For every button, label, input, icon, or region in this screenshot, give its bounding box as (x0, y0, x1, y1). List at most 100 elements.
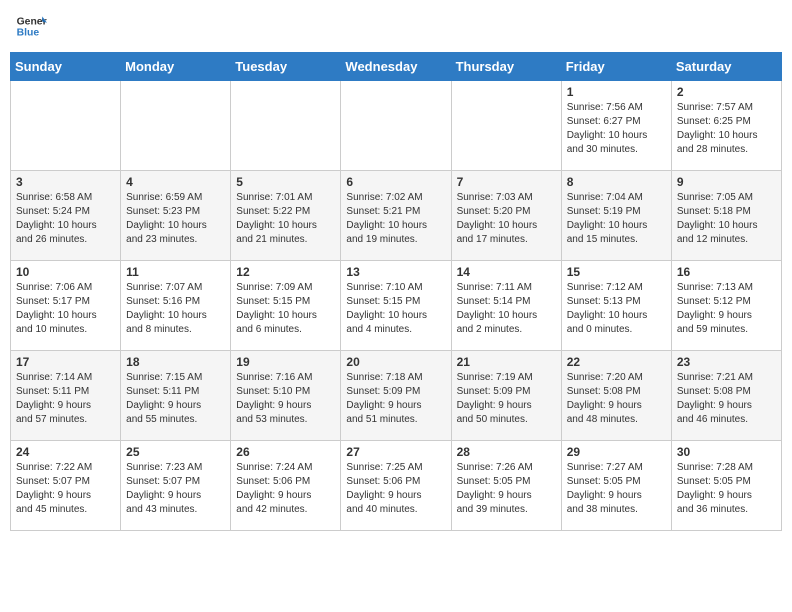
day-number: 5 (236, 175, 335, 189)
calendar-cell: 14 Sunrise: 7:11 AM Sunset: 5:14 PM Dayli… (451, 261, 561, 351)
day-number: 2 (677, 85, 776, 99)
calendar-cell: 8 Sunrise: 7:04 AM Sunset: 5:19 PM Daylig… (561, 171, 671, 261)
day-info: Sunrise: 7:09 AM Sunset: 5:15 PM Dayligh… (236, 281, 335, 337)
day-number: 9 (677, 175, 776, 189)
calendar-week-row: 1Sunrise: 7:56 AM Sunset: 6:27 PM Daylig… (11, 81, 782, 171)
calendar-cell: 5 Sunrise: 7:01 AM Sunset: 5:22 PM Daylig… (231, 171, 341, 261)
day-info: Sunrise: 7:57 AM Sunset: 6:25 PM Dayligh… (677, 101, 776, 157)
day-number: 23 (677, 355, 776, 369)
day-number: 6 (346, 175, 445, 189)
day-info: Sunrise: 7:24 AM Sunset: 5:06 PM Dayligh… (236, 461, 335, 517)
calendar-cell: 16Sunrise: 7:13 AM Sunset: 5:12 PM Dayli… (671, 261, 781, 351)
day-number: 1 (567, 85, 666, 99)
calendar-cell (451, 81, 561, 171)
calendar-cell (231, 81, 341, 171)
day-info: Sunrise: 7:14 AM Sunset: 5:11 PM Dayligh… (16, 371, 115, 427)
day-info: Sunrise: 7:21 AM Sunset: 5:08 PM Dayligh… (677, 371, 776, 427)
day-info: Sunrise: 7:03 AM Sunset: 5:20 PM Dayligh… (457, 191, 556, 247)
calendar-cell: 11 Sunrise: 7:07 AM Sunset: 5:16 PM Dayli… (121, 261, 231, 351)
calendar-cell: 28Sunrise: 7:26 AM Sunset: 5:05 PM Dayli… (451, 441, 561, 531)
day-number: 8 (567, 175, 666, 189)
day-number: 11 (126, 265, 225, 279)
day-number: 22 (567, 355, 666, 369)
calendar-cell: 29 Sunrise: 7:27 AM Sunset: 5:05 PM Dayli… (561, 441, 671, 531)
calendar-cell (341, 81, 451, 171)
day-number: 29 (567, 445, 666, 459)
day-info: Sunrise: 7:06 AM Sunset: 5:17 PM Dayligh… (16, 281, 115, 337)
weekday-header: Monday (121, 53, 231, 81)
day-info: Sunrise: 7:23 AM Sunset: 5:07 PM Dayligh… (126, 461, 225, 517)
day-number: 19 (236, 355, 335, 369)
day-info: Sunrise: 7:16 AM Sunset: 5:10 PM Dayligh… (236, 371, 335, 427)
day-number: 25 (126, 445, 225, 459)
day-info: Sunrise: 7:18 AM Sunset: 5:09 PM Dayligh… (346, 371, 445, 427)
day-number: 3 (16, 175, 115, 189)
day-info: Sunrise: 7:12 AM Sunset: 5:13 PM Dayligh… (567, 281, 666, 337)
page-header: General Blue (10, 10, 782, 42)
day-info: Sunrise: 6:58 AM Sunset: 5:24 PM Dayligh… (16, 191, 115, 247)
calendar-cell: 4 Sunrise: 6:59 AM Sunset: 5:23 PM Daylig… (121, 171, 231, 261)
calendar-cell (11, 81, 121, 171)
calendar-cell: 20Sunrise: 7:18 AM Sunset: 5:09 PM Dayli… (341, 351, 451, 441)
calendar-week-row: 17Sunrise: 7:14 AM Sunset: 5:11 PM Dayli… (11, 351, 782, 441)
day-info: Sunrise: 7:05 AM Sunset: 5:18 PM Dayligh… (677, 191, 776, 247)
calendar-cell: 26 Sunrise: 7:24 AM Sunset: 5:06 PM Dayli… (231, 441, 341, 531)
calendar-table: SundayMondayTuesdayWednesdayThursdayFrid… (10, 52, 782, 531)
day-info: Sunrise: 7:10 AM Sunset: 5:15 PM Dayligh… (346, 281, 445, 337)
logo: General Blue (15, 10, 47, 42)
calendar-week-row: 3 Sunrise: 6:58 AM Sunset: 5:24 PM Daylig… (11, 171, 782, 261)
day-info: Sunrise: 7:02 AM Sunset: 5:21 PM Dayligh… (346, 191, 445, 247)
day-number: 18 (126, 355, 225, 369)
calendar-cell: 2 Sunrise: 7:57 AM Sunset: 6:25 PM Daylig… (671, 81, 781, 171)
calendar-cell (121, 81, 231, 171)
weekday-header: Wednesday (341, 53, 451, 81)
day-number: 10 (16, 265, 115, 279)
calendar-cell: 13 Sunrise: 7:10 AM Sunset: 5:15 PM Dayli… (341, 261, 451, 351)
day-info: Sunrise: 7:01 AM Sunset: 5:22 PM Dayligh… (236, 191, 335, 247)
calendar-cell: 21Sunrise: 7:19 AM Sunset: 5:09 PM Dayli… (451, 351, 561, 441)
calendar-cell: 30Sunrise: 7:28 AM Sunset: 5:05 PM Dayli… (671, 441, 781, 531)
day-number: 15 (567, 265, 666, 279)
calendar-week-row: 10 Sunrise: 7:06 AM Sunset: 5:17 PM Dayli… (11, 261, 782, 351)
calendar-cell: 19 Sunrise: 7:16 AM Sunset: 5:10 PM Dayli… (231, 351, 341, 441)
calendar-week-row: 24 Sunrise: 7:22 AM Sunset: 5:07 PM Dayli… (11, 441, 782, 531)
day-number: 30 (677, 445, 776, 459)
svg-text:Blue: Blue (17, 28, 40, 39)
calendar-cell: 18Sunrise: 7:15 AM Sunset: 5:11 PM Dayli… (121, 351, 231, 441)
day-info: Sunrise: 6:59 AM Sunset: 5:23 PM Dayligh… (126, 191, 225, 247)
calendar-cell: 7 Sunrise: 7:03 AM Sunset: 5:20 PM Daylig… (451, 171, 561, 261)
calendar-cell: 27Sunrise: 7:25 AM Sunset: 5:06 PM Dayli… (341, 441, 451, 531)
day-number: 12 (236, 265, 335, 279)
calendar-cell: 12 Sunrise: 7:09 AM Sunset: 5:15 PM Dayli… (231, 261, 341, 351)
calendar-cell: 23 Sunrise: 7:21 AM Sunset: 5:08 PM Dayli… (671, 351, 781, 441)
calendar-cell: 17Sunrise: 7:14 AM Sunset: 5:11 PM Dayli… (11, 351, 121, 441)
calendar-cell: 10 Sunrise: 7:06 AM Sunset: 5:17 PM Dayli… (11, 261, 121, 351)
calendar-cell: 25 Sunrise: 7:23 AM Sunset: 5:07 PM Dayli… (121, 441, 231, 531)
day-number: 13 (346, 265, 445, 279)
day-number: 7 (457, 175, 556, 189)
day-number: 14 (457, 265, 556, 279)
calendar-cell: 24 Sunrise: 7:22 AM Sunset: 5:07 PM Dayli… (11, 441, 121, 531)
weekday-header-row: SundayMondayTuesdayWednesdayThursdayFrid… (11, 53, 782, 81)
weekday-header: Tuesday (231, 53, 341, 81)
day-number: 4 (126, 175, 225, 189)
weekday-header: Friday (561, 53, 671, 81)
day-number: 16 (677, 265, 776, 279)
calendar-cell: 9 Sunrise: 7:05 AM Sunset: 5:18 PM Daylig… (671, 171, 781, 261)
day-number: 28 (457, 445, 556, 459)
day-number: 26 (236, 445, 335, 459)
calendar-cell: 6 Sunrise: 7:02 AM Sunset: 5:21 PM Daylig… (341, 171, 451, 261)
day-info: Sunrise: 7:11 AM Sunset: 5:14 PM Dayligh… (457, 281, 556, 337)
day-info: Sunrise: 7:20 AM Sunset: 5:08 PM Dayligh… (567, 371, 666, 427)
day-info: Sunrise: 7:07 AM Sunset: 5:16 PM Dayligh… (126, 281, 225, 337)
logo-icon: General Blue (15, 10, 47, 42)
day-number: 24 (16, 445, 115, 459)
calendar-cell: 22 Sunrise: 7:20 AM Sunset: 5:08 PM Dayli… (561, 351, 671, 441)
calendar-cell: 1Sunrise: 7:56 AM Sunset: 6:27 PM Daylig… (561, 81, 671, 171)
weekday-header: Saturday (671, 53, 781, 81)
day-info: Sunrise: 7:25 AM Sunset: 5:06 PM Dayligh… (346, 461, 445, 517)
day-info: Sunrise: 7:04 AM Sunset: 5:19 PM Dayligh… (567, 191, 666, 247)
weekday-header: Thursday (451, 53, 561, 81)
day-info: Sunrise: 7:22 AM Sunset: 5:07 PM Dayligh… (16, 461, 115, 517)
day-info: Sunrise: 7:27 AM Sunset: 5:05 PM Dayligh… (567, 461, 666, 517)
